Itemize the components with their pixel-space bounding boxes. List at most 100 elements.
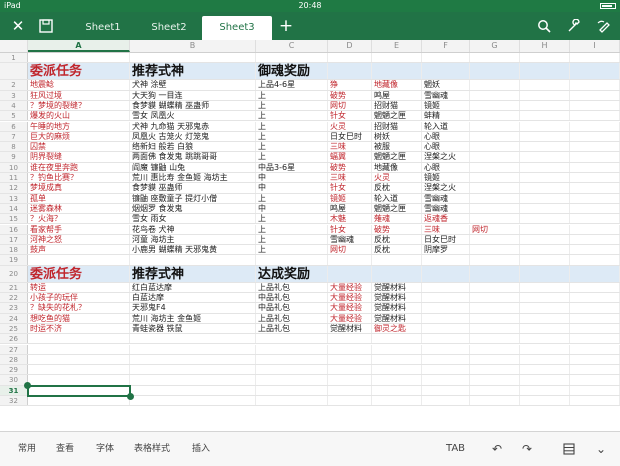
wrench-icon[interactable] [564, 16, 584, 36]
cell-c[interactable] [256, 375, 328, 385]
redo-icon[interactable]: ↷ [518, 440, 536, 458]
cell-g[interactable] [470, 80, 520, 90]
cell-g[interactable] [470, 63, 520, 80]
cell-i[interactable] [570, 152, 620, 162]
cell-a[interactable]: 狂风过境 [28, 90, 130, 100]
cell-i[interactable] [570, 344, 620, 354]
cell-b[interactable] [130, 53, 256, 63]
cell-h[interactable] [520, 173, 570, 183]
cell-f[interactable]: 镜姬 [422, 100, 470, 111]
cell-a[interactable]: 梦境成真 [28, 183, 130, 193]
cell-d[interactable] [328, 385, 372, 395]
cell-d[interactable] [328, 344, 372, 354]
cell-c[interactable]: 上 [256, 224, 328, 234]
cell-c[interactable]: 中 [256, 203, 328, 214]
cell-f[interactable] [422, 293, 470, 303]
cell-f[interactable]: 涅槃之火 [422, 152, 470, 162]
cell-a[interactable]: 委派任务 [28, 63, 130, 80]
row-header[interactable]: 8 [0, 142, 28, 152]
cell-g[interactable] [470, 303, 520, 313]
cell-d[interactable] [328, 53, 372, 63]
cell-c[interactable]: 上 [256, 234, 328, 245]
cell-f[interactable] [422, 354, 470, 365]
cell-a[interactable] [28, 255, 130, 265]
cell-f[interactable] [422, 265, 470, 282]
cell-a[interactable]: 时运不济 [28, 323, 130, 334]
cell-b[interactable]: 荒川 海坊主 金鱼姬 [130, 313, 256, 323]
cell-a[interactable] [28, 375, 130, 385]
cell-i[interactable] [570, 293, 620, 303]
cell-c[interactable] [256, 53, 328, 63]
column-header-b[interactable]: B [130, 40, 256, 52]
cell-i[interactable] [570, 193, 620, 203]
cell-e[interactable]: 招财猫 [372, 121, 422, 131]
cell-e[interactable] [372, 396, 422, 406]
menu-font[interactable]: 字体 [96, 442, 114, 456]
cell-h[interactable] [520, 224, 570, 234]
cell-h[interactable] [520, 365, 570, 375]
cell-e[interactable]: 招财猫 [372, 100, 422, 111]
row-header[interactable]: 32 [0, 396, 28, 406]
cell-i[interactable] [570, 255, 620, 265]
cell-g[interactable] [470, 193, 520, 203]
cell-f[interactable]: 轮入道 [422, 121, 470, 131]
cell-g[interactable] [470, 265, 520, 282]
cell-i[interactable] [570, 90, 620, 100]
cell-i[interactable] [570, 282, 620, 292]
cell-b[interactable] [130, 385, 256, 395]
cell-g[interactable] [470, 334, 520, 344]
cell-h[interactable] [520, 90, 570, 100]
cell-c[interactable]: 上 [256, 121, 328, 131]
cell-d[interactable]: 日女巳时 [328, 131, 372, 142]
cell-b[interactable] [130, 396, 256, 406]
cell-a[interactable]: 转运 [28, 282, 130, 292]
cell-h[interactable] [520, 344, 570, 354]
cell-d[interactable]: 大量经验 [328, 303, 372, 313]
cell-d[interactable]: 雪幽魂 [328, 234, 372, 245]
cell-i[interactable] [570, 53, 620, 63]
cell-i[interactable] [570, 203, 620, 214]
cell-c[interactable]: 御魂奖励 [256, 63, 328, 80]
cell-g[interactable] [470, 365, 520, 375]
cell-e[interactable] [372, 354, 422, 365]
cell-d[interactable]: 三味 [328, 173, 372, 183]
row-header[interactable]: 21 [0, 282, 28, 292]
cell-e[interactable] [372, 63, 422, 80]
cell-d[interactable]: 木魅 [328, 214, 372, 224]
cell-f[interactable]: 日女巳时 [422, 234, 470, 245]
cell-e[interactable]: 破势 [372, 224, 422, 234]
selection-handle-end[interactable] [127, 393, 134, 400]
cell-h[interactable] [520, 100, 570, 111]
cell-f[interactable] [422, 313, 470, 323]
cell-f[interactable] [422, 53, 470, 63]
cell-d[interactable]: 觉醒材料 [328, 323, 372, 334]
row-header[interactable]: 6 [0, 121, 28, 131]
cell-g[interactable] [470, 375, 520, 385]
cell-c[interactable]: 上 [256, 245, 328, 255]
cell-f[interactable]: 雪幽魂 [422, 90, 470, 100]
cell-g[interactable] [470, 214, 520, 224]
row-header[interactable]: 22 [0, 293, 28, 303]
cell-g[interactable] [470, 121, 520, 131]
row-header[interactable]: 10 [0, 162, 28, 172]
plus-icon[interactable]: + [276, 16, 296, 36]
cell-c[interactable]: 上 [256, 111, 328, 121]
cell-g[interactable] [470, 234, 520, 245]
save-icon[interactable] [36, 16, 56, 36]
cell-c[interactable]: 中品礼包 [256, 293, 328, 303]
cell-g[interactable] [470, 313, 520, 323]
cell-b[interactable]: 雪女 凤凰火 [130, 111, 256, 121]
cell-f[interactable]: 雪幽魂 [422, 203, 470, 214]
cell-b[interactable]: 荒川 惠比寿 金鱼姬 海坊主 [130, 173, 256, 183]
cell-e[interactable]: 反枕 [372, 183, 422, 193]
cell-c[interactable]: 上 [256, 100, 328, 111]
cell-g[interactable] [470, 142, 520, 152]
cell-i[interactable] [570, 313, 620, 323]
cell-b[interactable]: 青蛙瓷器 铁鼠 [130, 323, 256, 334]
cell-h[interactable] [520, 385, 570, 395]
cell-b[interactable] [130, 375, 256, 385]
cell-e[interactable]: 地藏像 [372, 80, 422, 90]
draw-icon[interactable] [594, 16, 614, 36]
close-icon[interactable]: ✕ [8, 16, 28, 36]
cell-i[interactable] [570, 224, 620, 234]
